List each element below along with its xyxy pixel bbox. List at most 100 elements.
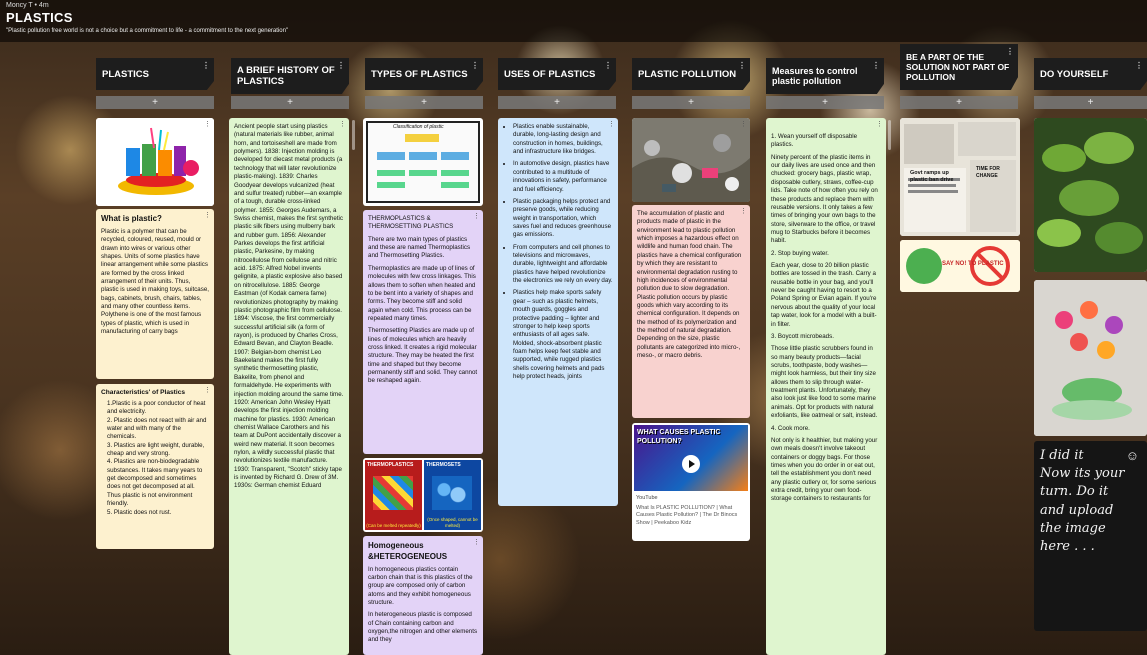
add-post-button[interactable]: + <box>498 96 616 109</box>
card-paragraph: 2. Stop buying water. <box>771 249 829 257</box>
add-post-button[interactable]: + <box>766 96 884 109</box>
card-paragraph: 3. Boycott microbeads. <box>771 332 834 340</box>
history-card[interactable]: ⋮ Ancient people start using plastics (n… <box>229 118 349 655</box>
column-header[interactable]: PLASTICS ⋮ <box>96 58 214 90</box>
newspaper-side-text: TIME FOR CHANGE <box>976 166 1000 179</box>
classification-diagram-image <box>366 121 480 203</box>
plastic-toys-image-card[interactable]: ⋮ <box>96 118 214 206</box>
list-item: In automotive design, plastics have cont… <box>513 160 613 193</box>
column-header[interactable]: PLASTIC POLLUTION ⋮ <box>632 58 750 90</box>
chalk-text-line: the image <box>1040 520 1106 536</box>
plant-image-card[interactable] <box>1034 118 1147 272</box>
more-options-icon[interactable]: ⋮ <box>471 61 479 70</box>
more-options-icon[interactable]: ⋮ <box>204 211 211 220</box>
column-title: PLASTICS <box>102 68 149 80</box>
column-title: Measures to control plastic pollution <box>772 66 858 86</box>
thermosets-panel: THERMOSETS (Once shaped, cannot be melte… <box>424 460 481 530</box>
homogeneous-card[interactable]: ⋮ Homogeneous &HETEROGENEOUS In homogene… <box>363 536 483 655</box>
video-thumbnail[interactable]: WHAT CAUSES PLASTIC POLLUTION? <box>634 425 748 491</box>
column-header[interactable]: USES OF PLASTICS ⋮ <box>498 58 616 90</box>
thermo-image-card[interactable]: THERMOPLASTICS (Can be melted repeatedly… <box>363 458 483 532</box>
video-title[interactable]: What Is PLASTIC POLLUTION? | What Causes… <box>636 505 746 527</box>
play-icon[interactable] <box>682 455 700 473</box>
list-item: Plastics enable sustainable, durable, lo… <box>513 123 613 156</box>
more-options-icon[interactable]: ⋮ <box>339 120 346 129</box>
scrollbar[interactable] <box>888 120 891 150</box>
thermoplastics-card[interactable]: ⋮ THERMOPLASTICS & THERMOSETTING PLASTIC… <box>363 210 483 454</box>
flower-craft-image-card[interactable] <box>1034 280 1147 436</box>
board-header: Moncy T • 4m PLASTICS "Plastic pollution… <box>0 0 1147 42</box>
chalk-text-line: here . . . <box>1040 538 1095 554</box>
list-item: 2. Plastic does not react with air and w… <box>107 416 207 441</box>
list-item: From computers and cell phones to televi… <box>513 244 613 286</box>
flower-craft-image <box>1034 280 1147 436</box>
molecules-image <box>432 476 472 510</box>
video-card[interactable]: WHAT CAUSES PLASTIC POLLUTION? YouTube W… <box>632 423 750 541</box>
thermoplastics-panel: THERMOPLASTICS (Can be melted repeatedly… <box>365 460 422 530</box>
list-item: 3. Plastics are light weight, durable, c… <box>107 441 205 458</box>
newspaper-image-card[interactable]: Govt ramps up plastic ban drive TIME FOR… <box>900 118 1020 236</box>
add-post-button[interactable]: + <box>1034 96 1147 109</box>
column-header[interactable]: A BRIEF HISTORY OF PLASTICS ⋮ <box>231 58 349 94</box>
more-options-icon[interactable]: ⋮ <box>337 61 345 70</box>
page-title: PLASTICS <box>6 10 73 25</box>
column-title: TYPES OF PLASTICS <box>371 68 468 80</box>
image-caption: Classification of plastic <box>393 124 444 130</box>
pollution-image-card[interactable]: ⋮ <box>632 118 750 202</box>
more-options-icon[interactable]: ⋮ <box>1006 47 1014 56</box>
add-post-button[interactable]: + <box>365 96 483 109</box>
chalk-text-line: turn. Do it <box>1040 484 1109 500</box>
what-is-plastic-card[interactable]: ⋮ What is plastic? Plastic is a polymer … <box>96 209 214 379</box>
card-paragraph: Thermosetting Plastics are made up of li… <box>368 327 478 385</box>
say-no-text: SAY NO! TO PLASTIC <box>942 261 1004 267</box>
more-options-icon[interactable]: ⋮ <box>608 120 615 129</box>
column-pollution: PLASTIC POLLUTION ⋮ + <box>632 58 750 109</box>
list-item: Plastic packaging helps protect and pres… <box>513 198 613 240</box>
panel-caption: (Once shaped, cannot be melted) <box>427 516 478 528</box>
column-header[interactable]: Measures to control plastic pollution ⋮ <box>766 58 884 94</box>
add-post-button[interactable]: + <box>632 96 750 109</box>
more-options-icon[interactable]: ⋮ <box>204 120 211 129</box>
add-post-button[interactable]: + <box>231 96 349 109</box>
newspaper-headline: Govt ramps up plastic ban drive <box>910 170 954 183</box>
card-paragraph: Each year, close to 20 billion plastic b… <box>771 262 877 328</box>
more-options-icon[interactable]: ⋮ <box>204 386 211 395</box>
card-paragraph: Those little plastic scrubbers found in … <box>771 345 878 420</box>
more-options-icon[interactable]: ⋮ <box>473 538 480 547</box>
column-title: PLASTIC POLLUTION <box>638 68 737 80</box>
pollution-card[interactable]: ⋮ The accumulation of plastic and produc… <box>632 205 750 418</box>
measures-card[interactable]: ⋮ 1. Wean yourself off disposable plasti… <box>766 118 886 655</box>
card-title: Characteristics' of Plastics <box>101 389 186 396</box>
list-item: 5. Plastic does not rust. <box>107 508 172 516</box>
column-be-a-part: BE A PART OF THE SOLUTION NOT PART OF PO… <box>900 44 1018 109</box>
do-it-yourself-card[interactable]: I did it Now its your turn. Do it and up… <box>1034 441 1147 631</box>
scrollbar[interactable] <box>352 120 355 150</box>
smiley-icon: ☺ <box>1125 448 1139 463</box>
more-options-icon[interactable]: ⋮ <box>740 207 747 216</box>
characteristics-card[interactable]: ⋮ Characteristics' of Plastics 1.Plastic… <box>96 384 214 549</box>
thumbnail-text: WHAT CAUSES PLASTIC POLLUTION? <box>637 429 721 446</box>
more-options-icon[interactable]: ⋮ <box>740 120 747 129</box>
add-post-button[interactable]: + <box>96 96 214 109</box>
more-options-icon[interactable]: ⋮ <box>876 120 883 129</box>
column-plastics: PLASTICS ⋮ + <box>96 58 214 109</box>
more-options-icon[interactable]: ⋮ <box>202 61 210 70</box>
classification-image-card[interactable]: Classification of plastic <box>363 118 483 206</box>
more-options-icon[interactable]: ⋮ <box>1135 61 1143 70</box>
list-item: Plastics help make sports safety gear – … <box>513 289 613 381</box>
more-options-icon[interactable]: ⋮ <box>872 61 880 70</box>
more-options-icon[interactable]: ⋮ <box>473 212 480 221</box>
card-body: Plastic is a polymer that can be recycle… <box>101 227 209 336</box>
column-header[interactable]: DO YOURSELF ⋮ <box>1034 58 1147 90</box>
uses-card[interactable]: ⋮ Plastics enable sustainable, durable, … <box>498 118 618 506</box>
column-title: A BRIEF HISTORY OF PLASTICS <box>237 65 335 87</box>
column-uses: USES OF PLASTICS ⋮ + <box>498 58 616 109</box>
column-header[interactable]: TYPES OF PLASTICS ⋮ <box>365 58 483 90</box>
more-options-icon[interactable]: ⋮ <box>604 61 612 70</box>
add-post-button[interactable]: + <box>900 96 1018 109</box>
column-header[interactable]: BE A PART OF THE SOLUTION NOT PART OF PO… <box>900 44 1018 90</box>
more-options-icon[interactable]: ⋮ <box>738 61 746 70</box>
board-subtitle: "Plastic pollution free world is not a c… <box>6 28 289 34</box>
list-item: 4. Plastics are non-biodegradable substa… <box>107 458 203 508</box>
say-no-image-card[interactable]: SAY NO! TO PLASTIC <box>900 240 1020 292</box>
